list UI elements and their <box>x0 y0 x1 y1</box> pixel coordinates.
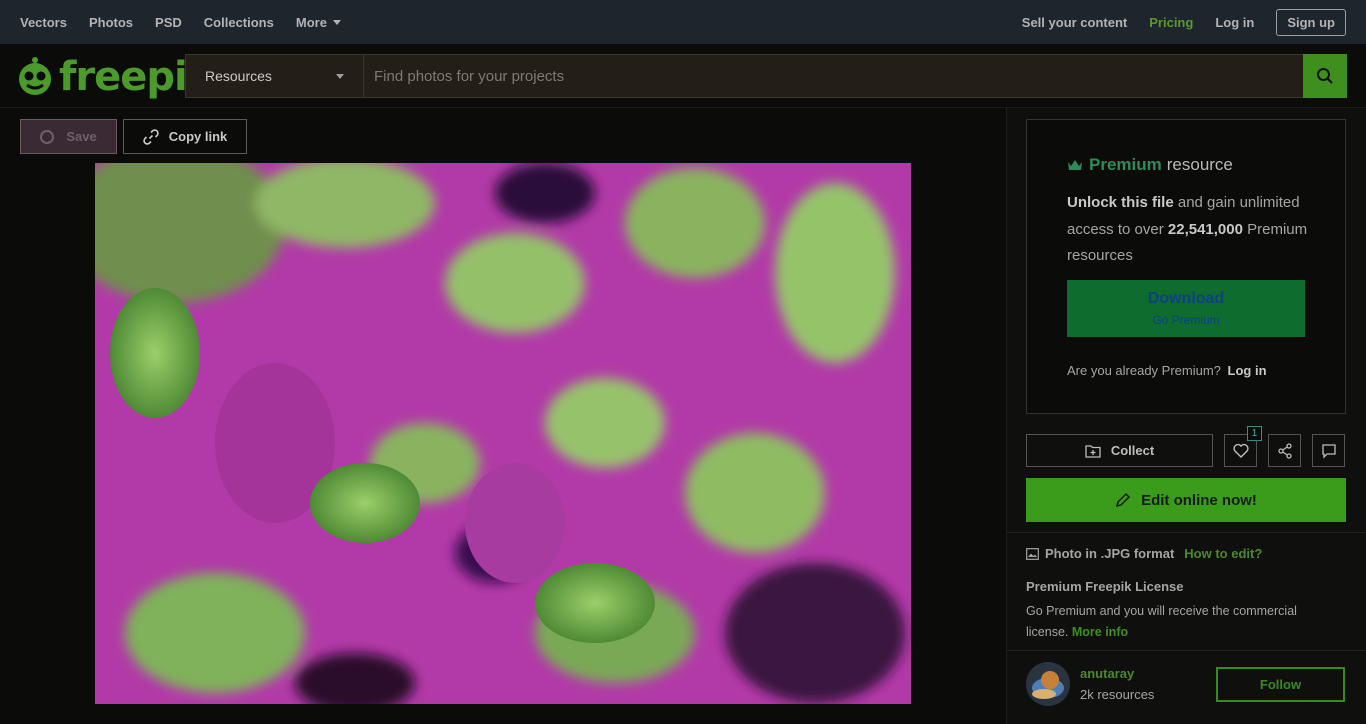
chevron-down-icon <box>332 19 341 25</box>
pencil-icon <box>1116 492 1131 508</box>
nav-link-photos[interactable]: Photos <box>89 15 133 30</box>
info-divider <box>1007 532 1366 533</box>
unlock-description: Unlock this file and gain unlimited acce… <box>1067 190 1317 270</box>
nav-more-menu[interactable]: More <box>296 15 341 30</box>
crown-icon <box>1068 160 1082 170</box>
freepik-logo-icon <box>19 57 51 95</box>
author-name[interactable]: anutaray <box>1080 666 1154 681</box>
like-count-badge: 1 <box>1247 426 1262 441</box>
chevron-down-icon <box>336 74 344 79</box>
image-toolbar: Save Copy link <box>20 119 247 154</box>
premium-login-link[interactable]: Log in <box>1228 363 1267 378</box>
resource-count: 22,541,000 <box>1167 220 1243 238</box>
sidebar-divider <box>1006 108 1007 724</box>
resource-word: resource <box>1166 155 1233 174</box>
search-button[interactable] <box>1303 54 1347 98</box>
collect-label: Collect <box>1110 443 1155 458</box>
author-info: anutaray 2k resources <box>1080 666 1154 702</box>
collect-button[interactable]: Collect <box>1026 434 1213 467</box>
heart-icon <box>1232 443 1249 458</box>
action-buttons: Collect 1 <box>1026 426 1345 467</box>
author-resource-count: 2k resources <box>1080 687 1155 702</box>
edit-online-button[interactable]: Edit online now! <box>1026 478 1346 522</box>
folder-add-icon <box>1085 444 1101 458</box>
license-description: Go Premium and you will receive the comm… <box>1026 604 1297 639</box>
nav-link-vectors[interactable]: Vectors <box>20 15 67 30</box>
search-icon <box>1317 68 1333 84</box>
search-box: Resources <box>185 54 1347 98</box>
download-label: Download <box>1147 290 1225 307</box>
main-photo[interactable] <box>95 163 911 704</box>
pinterest-icon <box>40 129 55 144</box>
edit-online-label: Edit online now! <box>1141 491 1257 509</box>
resource-type-select[interactable]: Resources <box>186 55 364 97</box>
author-block: anutaray 2k resources <box>1026 662 1154 706</box>
avatar[interactable] <box>1026 662 1070 706</box>
go-premium-label: Go Premium <box>1152 313 1220 327</box>
resource-type-value: Resources <box>205 68 272 84</box>
premium-card: Premium resource Unlock this file and ga… <box>1026 119 1346 414</box>
author-divider <box>1007 650 1366 651</box>
save-label: Save <box>66 129 97 144</box>
nav-link-psd[interactable]: PSD <box>155 15 182 30</box>
save-button[interactable]: Save <box>20 119 117 154</box>
format-info: Photo in .JPG format How to edit? <box>1026 546 1262 561</box>
format-text: Photo in .JPG format <box>1045 546 1175 561</box>
how-to-edit-link[interactable]: How to edit? <box>1184 546 1262 561</box>
license-text: Go Premium and you will receive the comm… <box>1026 601 1326 643</box>
share-icon <box>1277 442 1292 459</box>
author-avatar-image <box>1026 662 1070 706</box>
share-button[interactable] <box>1268 434 1301 467</box>
nav-link-collections[interactable]: Collections <box>204 15 274 30</box>
top-nav-left: Vectors Photos PSD Collections More <box>20 15 363 30</box>
copy-link-button[interactable]: Copy link <box>123 119 247 154</box>
comment-button[interactable] <box>1312 434 1345 467</box>
search-input[interactable] <box>364 55 1303 97</box>
login-link[interactable]: Log in <box>1215 15 1254 30</box>
follow-button[interactable]: Follow <box>1216 667 1345 702</box>
copy-link-label: Copy link <box>168 129 228 144</box>
top-nav-right: Sell your content Pricing Log in Sign up <box>1000 0 1346 44</box>
sell-content-link[interactable]: Sell your content <box>1022 15 1127 30</box>
signup-button[interactable]: Sign up <box>1276 8 1346 36</box>
top-navigation: Vectors Photos PSD Collections More Sell… <box>0 0 1366 44</box>
freepik-logo[interactable]: freepik <box>15 54 213 100</box>
license-title: Premium Freepik License <box>1026 579 1184 594</box>
already-premium-text: Are you already Premium? <box>1067 363 1221 378</box>
download-button[interactable]: Download Go Premium <box>1067 280 1305 337</box>
already-premium: Are you already Premium? Log in <box>1067 363 1267 378</box>
more-info-link[interactable]: More info <box>1072 625 1128 639</box>
premium-word: Premium <box>1089 155 1162 174</box>
like-button[interactable]: 1 <box>1224 426 1262 467</box>
image-icon <box>1026 547 1039 560</box>
premium-title: Premium resource <box>1067 155 1233 175</box>
nav-more-label: More <box>295 14 327 30</box>
link-icon <box>143 128 159 145</box>
unlock-bold: Unlock this file <box>1067 194 1174 211</box>
photo-image <box>95 163 911 704</box>
comment-icon <box>1321 443 1336 459</box>
pricing-link[interactable]: Pricing <box>1149 15 1193 30</box>
